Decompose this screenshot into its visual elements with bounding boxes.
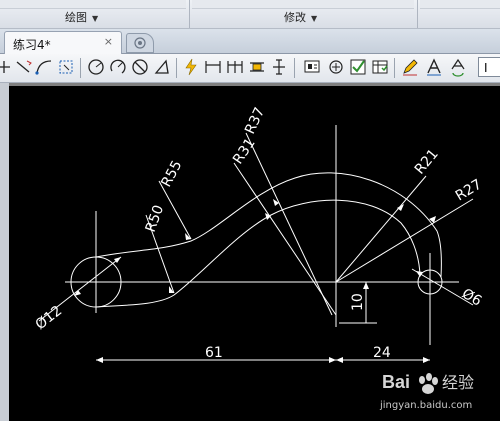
panel-divider: [189, 0, 190, 28]
ribbon-panel-strip: 绘图 ▼ 修改 ▼: [0, 0, 500, 29]
text-update-icon[interactable]: [448, 57, 468, 77]
watermark-suffix: 经验: [442, 373, 474, 392]
canvas-top-edge: [9, 83, 500, 86]
lightning-icon[interactable]: [181, 57, 201, 77]
document-tab-label: 练习4*: [13, 38, 51, 52]
select-box-icon[interactable]: [56, 57, 76, 77]
watermark: Bai 经验 jingyan.baidu.com: [380, 364, 498, 420]
baidu-paw-logo: Bai 经验: [382, 372, 474, 394]
d6-arrow: [416, 271, 423, 277]
panel-divider: [417, 0, 418, 28]
new-drawing-icon: [134, 37, 146, 49]
r31-leader: [233, 162, 337, 316]
toolbar-separator: [294, 58, 295, 78]
d6-label: Ø6: [459, 286, 484, 310]
document-tab[interactable]: 练习4* ×: [4, 31, 122, 54]
edit-icon[interactable]: [400, 57, 420, 77]
dim10-arrow: [363, 282, 369, 289]
table-icon[interactable]: [370, 57, 390, 77]
baseline-dimension-icon[interactable]: [225, 57, 245, 77]
block-icon[interactable]: [302, 57, 322, 77]
chevron-down-icon: ▼: [311, 14, 318, 23]
text-style-icon[interactable]: [424, 57, 444, 77]
r21-leader: [335, 175, 427, 283]
r50-label: R50: [143, 203, 167, 234]
continue-dimension-icon[interactable]: [247, 57, 267, 77]
ribbon-panel-modify-body: [192, 0, 414, 9]
toolbar-separator: [394, 58, 395, 78]
no-entry-icon[interactable]: [130, 57, 150, 77]
new-tab-button[interactable]: [126, 33, 154, 53]
toolbar-separator: [80, 58, 81, 78]
ribbon-panel-draw-body: [0, 0, 186, 9]
annotation-toolbar: I: [0, 54, 500, 83]
dim24-arrow-left: [336, 357, 343, 363]
r27-leader: [335, 198, 474, 283]
tolerance-icon[interactable]: [269, 57, 289, 77]
d12-label: Ø12: [33, 303, 66, 333]
dim61-arrow-right: [329, 357, 336, 363]
r27-label: R27: [453, 177, 485, 205]
circle-icon[interactable]: [86, 57, 106, 77]
document-tab-bar: 练习4* ×: [0, 29, 500, 54]
r21-label: R21: [412, 146, 442, 177]
inner-profile: [95, 199, 421, 308]
r55-label: R55: [158, 158, 185, 190]
move-icon[interactable]: [0, 57, 14, 77]
dim24-arrow-right: [423, 357, 430, 363]
ribbon-panel-next-body: [420, 0, 500, 9]
linear-dimension-icon[interactable]: [203, 57, 223, 77]
rotate-icon[interactable]: [108, 57, 128, 77]
modify-panel-title[interactable]: 修改 ▼: [284, 9, 317, 25]
dim61-arrow-left: [96, 357, 103, 363]
dim24-label: 24: [373, 345, 391, 361]
canvas-frame: [0, 83, 9, 421]
triangle-icon[interactable]: [152, 57, 172, 77]
watermark-site: jingyan.baidu.com: [380, 400, 473, 411]
toolbar-separator: [176, 58, 177, 78]
center-icon[interactable]: [326, 57, 346, 77]
chevron-down-icon: ▼: [92, 14, 99, 23]
draw-panel-label: 绘图: [65, 11, 87, 24]
modify-panel-label: 修改: [284, 11, 306, 24]
watermark-brand: Bai: [382, 372, 410, 392]
draw-panel-title[interactable]: 绘图 ▼: [65, 9, 98, 25]
close-icon[interactable]: ×: [104, 35, 113, 48]
r21-arrow: [397, 204, 404, 211]
line-icon[interactable]: [14, 57, 34, 77]
r37-label: R37: [242, 105, 268, 137]
r37-leader: [245, 132, 333, 316]
layer-dropdown[interactable]: I: [478, 57, 500, 77]
check-icon[interactable]: [348, 57, 368, 77]
dim10-label: 10: [350, 293, 366, 311]
dim61-label: 61: [205, 345, 223, 361]
arc-icon[interactable]: [34, 57, 54, 77]
